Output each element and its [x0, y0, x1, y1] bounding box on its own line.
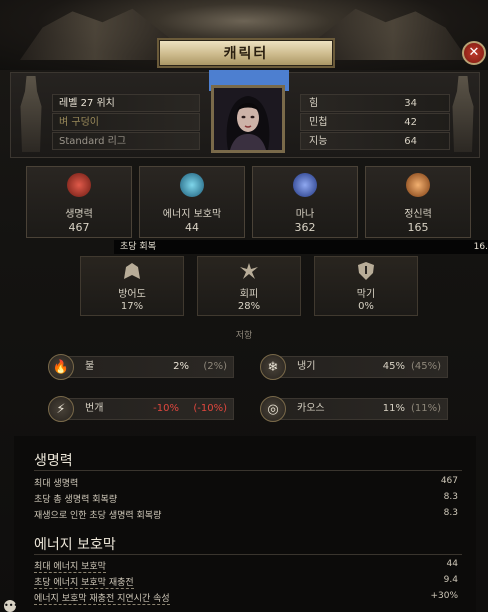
attr-value: 42	[404, 117, 417, 128]
heart-icon	[67, 173, 91, 197]
spirit-icon	[406, 173, 430, 197]
clan-name: 벼 구덩이	[52, 113, 200, 131]
cold-icon: ❄	[260, 354, 286, 380]
shield-crest-icon	[180, 173, 204, 197]
stat-mana[interactable]: 마나 362	[252, 166, 358, 238]
attr-value: 64	[404, 136, 417, 147]
stat-value: 0%	[358, 301, 374, 312]
detail-value: 44	[446, 559, 458, 569]
resist-lightning[interactable]: 번개 -10% (-10%)	[60, 398, 234, 420]
stat-armour[interactable]: 방어도 17%	[80, 256, 184, 316]
resist-chaos[interactable]: 카오스 11% (11%)	[272, 398, 448, 420]
resistance-title: 저항	[235, 331, 253, 341]
regen-label: 초당 회복	[120, 242, 156, 252]
stat-value: 362	[294, 221, 316, 234]
resist-label: 불	[85, 361, 95, 372]
stat-life[interactable]: 생명력 467	[26, 166, 132, 238]
attr-label: 힘	[309, 98, 319, 109]
detail-label: 초당 총 생명력 회복량	[34, 495, 118, 505]
resist-max: (2%)	[203, 361, 227, 372]
close-button[interactable]: ✕	[462, 41, 486, 65]
stat-energy-shield[interactable]: 에너지 보호막 44	[139, 166, 245, 238]
character-portrait	[211, 85, 285, 153]
league-name: Standard 리그	[52, 132, 200, 150]
detail-label: 최대 생명력	[34, 479, 79, 489]
avatar	[214, 88, 282, 150]
stat-label: 에너지 보호막	[162, 209, 222, 220]
section-divider	[34, 470, 462, 471]
detail-label[interactable]: 초당 에너지 보호막 재충전	[34, 578, 134, 589]
resist-fire[interactable]: 불 2% (2%)	[60, 356, 234, 378]
detail-value: 9.4	[443, 575, 458, 585]
energy-shield-section-title: 에너지 보호막	[34, 537, 116, 553]
regen-value: 16.	[473, 242, 488, 252]
stat-label: 방어도	[118, 289, 146, 300]
stat-spirit[interactable]: 정신력 165	[365, 166, 471, 238]
close-icon: ✕	[468, 45, 480, 60]
mana-icon	[293, 173, 317, 197]
evasion-icon	[240, 263, 258, 279]
stat-value: 28%	[237, 301, 261, 312]
resist-value: 2%	[173, 361, 189, 372]
attr-label: 지능	[309, 136, 328, 147]
resist-max: (45%)	[410, 361, 441, 372]
lightning-icon: ⚡	[48, 396, 74, 422]
stat-label: 막기	[356, 289, 376, 300]
block-icon	[358, 262, 374, 280]
stat-label: 생명력	[65, 209, 93, 220]
resist-label: 번개	[85, 403, 104, 414]
detail-row: 초당 총 생명력 회복량 8.3	[34, 492, 458, 506]
stat-value: 467	[68, 221, 90, 234]
armour-icon	[124, 263, 140, 279]
detail-label[interactable]: 에너지 보호막 재충전 지연시간 속성	[34, 594, 170, 605]
level-class: 레벨 27 위치	[52, 94, 200, 112]
detail-value: 8.3	[443, 492, 458, 502]
stat-label: 회피	[239, 289, 259, 300]
resist-max: (-10%)	[193, 403, 227, 414]
stat-value: 165	[407, 221, 429, 234]
resist-cold[interactable]: 냉기 45% (45%)	[272, 356, 448, 378]
detail-value: 8.3	[443, 508, 458, 518]
detail-value: +30%	[430, 591, 458, 601]
attr-strength: 힘 34	[300, 94, 450, 112]
detail-row: 최대 에너지 보호막 44	[34, 559, 458, 573]
window-title: 캐릭터	[157, 38, 335, 68]
resist-label: 카오스	[297, 403, 325, 414]
stat-value: 17%	[120, 301, 144, 312]
detail-label: 재생으로 인한 초당 생명력 회복량	[34, 511, 162, 521]
life-section-title: 생명력	[34, 453, 73, 469]
detail-row: 에너지 보호막 재충전 지연시간 속성 +30%	[34, 591, 458, 605]
stat-label: 마나	[295, 209, 315, 220]
detail-value: 467	[440, 476, 458, 486]
attr-intelligence: 지능 64	[300, 132, 450, 150]
more-options-icon[interactable]: •••	[4, 600, 18, 612]
resist-value: 45%	[382, 361, 405, 372]
section-divider	[34, 554, 462, 555]
stat-value: 44	[185, 221, 199, 234]
resist-value: -10%	[153, 403, 179, 414]
stat-evasion[interactable]: 회피 28%	[197, 256, 301, 316]
stat-block[interactable]: 막기 0%	[314, 256, 418, 316]
resist-label: 냉기	[297, 361, 316, 372]
detail-label[interactable]: 최대 에너지 보호막	[34, 562, 106, 573]
detail-row: 재생으로 인한 초당 생명력 회복량 8.3	[34, 508, 458, 522]
stat-label: 정신력	[404, 209, 432, 220]
attr-value: 34	[404, 98, 417, 109]
resist-value: 11%	[382, 403, 405, 414]
detail-row: 최대 생명력 467	[34, 476, 458, 490]
detail-row: 초당 에너지 보호막 재충전 9.4	[34, 575, 458, 589]
attr-label: 민첩	[309, 117, 328, 128]
chaos-icon: ◎	[260, 396, 286, 422]
resist-max: (11%)	[410, 403, 441, 414]
fire-icon: 🔥	[48, 354, 74, 380]
regen-tooltip: 초당 회복 16.	[114, 240, 488, 254]
attr-dexterity: 민첩 42	[300, 113, 450, 131]
